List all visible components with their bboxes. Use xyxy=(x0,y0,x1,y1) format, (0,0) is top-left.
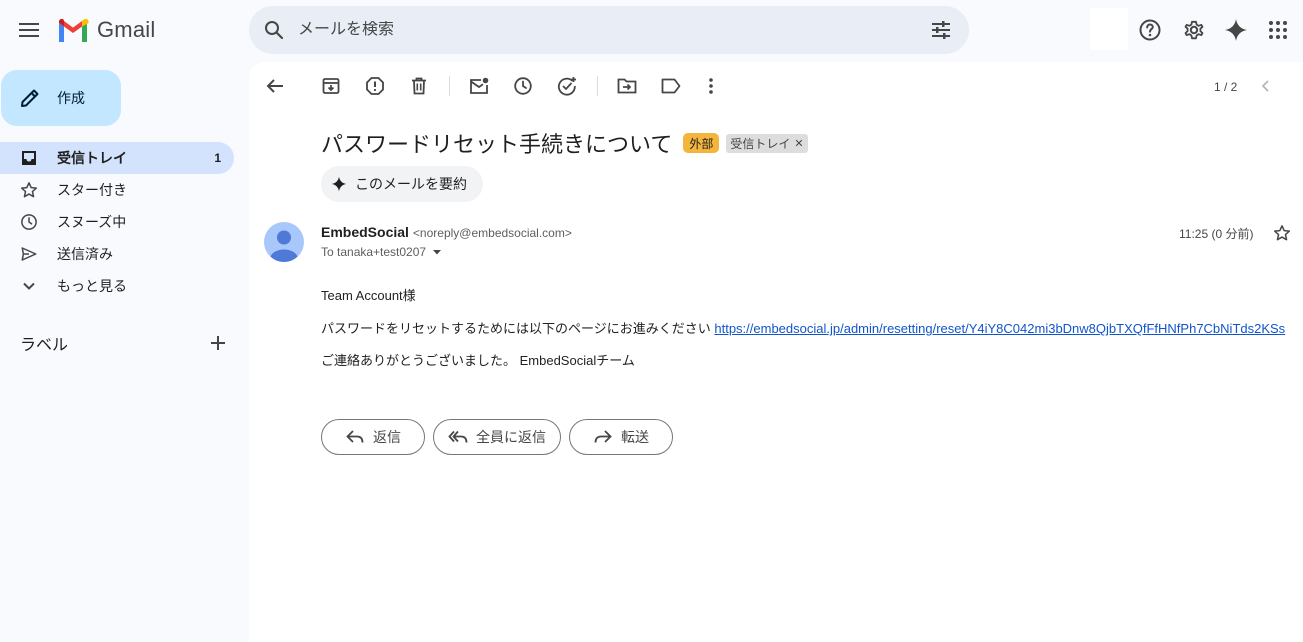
reset-link[interactable]: https://embedsocial.jp/admin/resetting/r… xyxy=(714,321,1285,336)
reply-icon xyxy=(346,430,364,443)
sidebar-item-label: スター付き xyxy=(57,182,127,198)
sidebar-item-label: スヌーズ中 xyxy=(57,214,127,230)
more-icon[interactable] xyxy=(699,74,723,98)
pager-text: 1 / 2 xyxy=(1214,80,1238,94)
reply-all-label: 全員に返信 xyxy=(476,429,546,445)
body-line-text: パスワードをリセットするためには以下のページにお進みください xyxy=(321,321,711,336)
search-bar[interactable] xyxy=(249,6,969,54)
reply-label: 返信 xyxy=(373,429,401,445)
mark-unread-icon[interactable] xyxy=(467,74,491,98)
star-icon xyxy=(19,180,39,200)
archive-icon[interactable] xyxy=(319,74,343,98)
top-bar: Gmail xyxy=(0,0,1303,62)
add-label-icon[interactable] xyxy=(206,331,230,355)
app-name: Gmail xyxy=(97,17,156,42)
forward-label: 転送 xyxy=(621,429,649,445)
settings-icon[interactable] xyxy=(1179,15,1209,45)
reply-button[interactable]: 返信 xyxy=(321,419,425,455)
delete-icon[interactable] xyxy=(407,74,431,98)
apps-icon[interactable] xyxy=(1263,15,1293,45)
recipient-text: To tanaka+test0207 xyxy=(321,245,427,259)
compose-label: 作成 xyxy=(57,90,85,106)
gemini-icon[interactable] xyxy=(1221,15,1251,45)
sidebar-item-inbox[interactable]: 受信トレイ 1 xyxy=(0,142,234,174)
labels-section: ラベル xyxy=(20,331,230,355)
message-view: 1 / 2 パスワードリセット手続きについて 外部 受信トレイ ✕ このメールを… xyxy=(249,62,1303,642)
external-tag: 外部 xyxy=(683,133,720,153)
inbox-icon xyxy=(19,148,39,168)
inbox-tag[interactable]: 受信トレイ ✕ xyxy=(726,133,808,153)
sender-row: EmbedSocial <noreply@embedsocial.com> xyxy=(321,224,572,240)
body-line: パスワードをリセットするためには以下のページにお進みください https://e… xyxy=(321,318,1285,337)
forward-icon xyxy=(594,430,612,443)
sidebar-item-label: 受信トレイ xyxy=(57,150,127,166)
gmail-logo[interactable]: Gmail xyxy=(57,15,155,45)
message-time: 11:25 (0 分前) xyxy=(1179,227,1254,241)
compose-button[interactable]: 作成 xyxy=(1,70,121,126)
account-placeholder xyxy=(1090,8,1128,50)
gmail-logo-icon xyxy=(59,18,89,42)
reply-all-button[interactable]: 全員に返信 xyxy=(433,419,561,455)
send-icon xyxy=(19,244,39,264)
email-subject: パスワードリセット手続きについて xyxy=(321,132,673,157)
label-icon[interactable] xyxy=(659,74,683,98)
labels-title: ラベル xyxy=(20,337,69,354)
sidebar-item-label: 送信済み xyxy=(57,246,113,262)
sender-name[interactable]: EmbedSocial xyxy=(321,224,409,240)
star-icon[interactable] xyxy=(1271,222,1293,244)
sidebar-item-snoozed[interactable]: スヌーズ中 xyxy=(0,206,234,238)
prev-icon[interactable] xyxy=(1256,76,1276,96)
sidebar-item-sent[interactable]: 送信済み xyxy=(0,238,234,270)
sidebar-nav: 受信トレイ 1 スター付き スヌーズ中 送信済み もっと見る xyxy=(0,142,234,302)
pencil-icon xyxy=(21,89,39,107)
search-input[interactable] xyxy=(298,21,898,39)
subject-row: パスワードリセット手続きについて 外部 受信トレイ ✕ xyxy=(321,127,808,159)
summarize-button[interactable]: このメールを要約 xyxy=(321,166,483,202)
toolbar-divider xyxy=(449,76,450,96)
reply-all-icon xyxy=(448,430,468,443)
inbox-tag-label: 受信トレイ xyxy=(730,136,791,151)
caret-down-icon[interactable] xyxy=(432,247,442,257)
move-to-icon[interactable] xyxy=(615,74,639,98)
recipient-row[interactable]: To tanaka+test0207 xyxy=(321,245,442,259)
sidebar-item-more[interactable]: もっと見る xyxy=(0,270,234,302)
menu-icon[interactable] xyxy=(13,14,45,46)
body-closing: ご連絡ありがとうございました。 EmbedSocialチーム xyxy=(321,353,635,368)
sparkle-icon xyxy=(331,176,347,192)
add-task-icon[interactable] xyxy=(555,74,579,98)
body-greeting: Team Account様 xyxy=(321,288,416,303)
avatar[interactable] xyxy=(264,222,304,262)
search-icon[interactable] xyxy=(250,6,298,54)
unread-count: 1 xyxy=(214,151,221,165)
sidebar-item-starred[interactable]: スター付き xyxy=(0,174,234,206)
help-icon[interactable] xyxy=(1135,15,1165,45)
sidebar-item-label: もっと見る xyxy=(57,278,127,294)
clock-icon xyxy=(19,212,39,232)
snooze-icon[interactable] xyxy=(511,74,535,98)
chevron-down-icon xyxy=(19,276,39,296)
summarize-label: このメールを要約 xyxy=(355,176,467,192)
tune-icon[interactable] xyxy=(929,18,953,42)
toolbar-divider xyxy=(597,76,598,96)
remove-label-icon[interactable]: ✕ xyxy=(794,137,803,150)
report-spam-icon[interactable] xyxy=(363,74,387,98)
forward-button[interactable]: 転送 xyxy=(569,419,673,455)
back-icon[interactable] xyxy=(263,74,287,98)
sender-email: <noreply@embedsocial.com> xyxy=(412,226,572,240)
